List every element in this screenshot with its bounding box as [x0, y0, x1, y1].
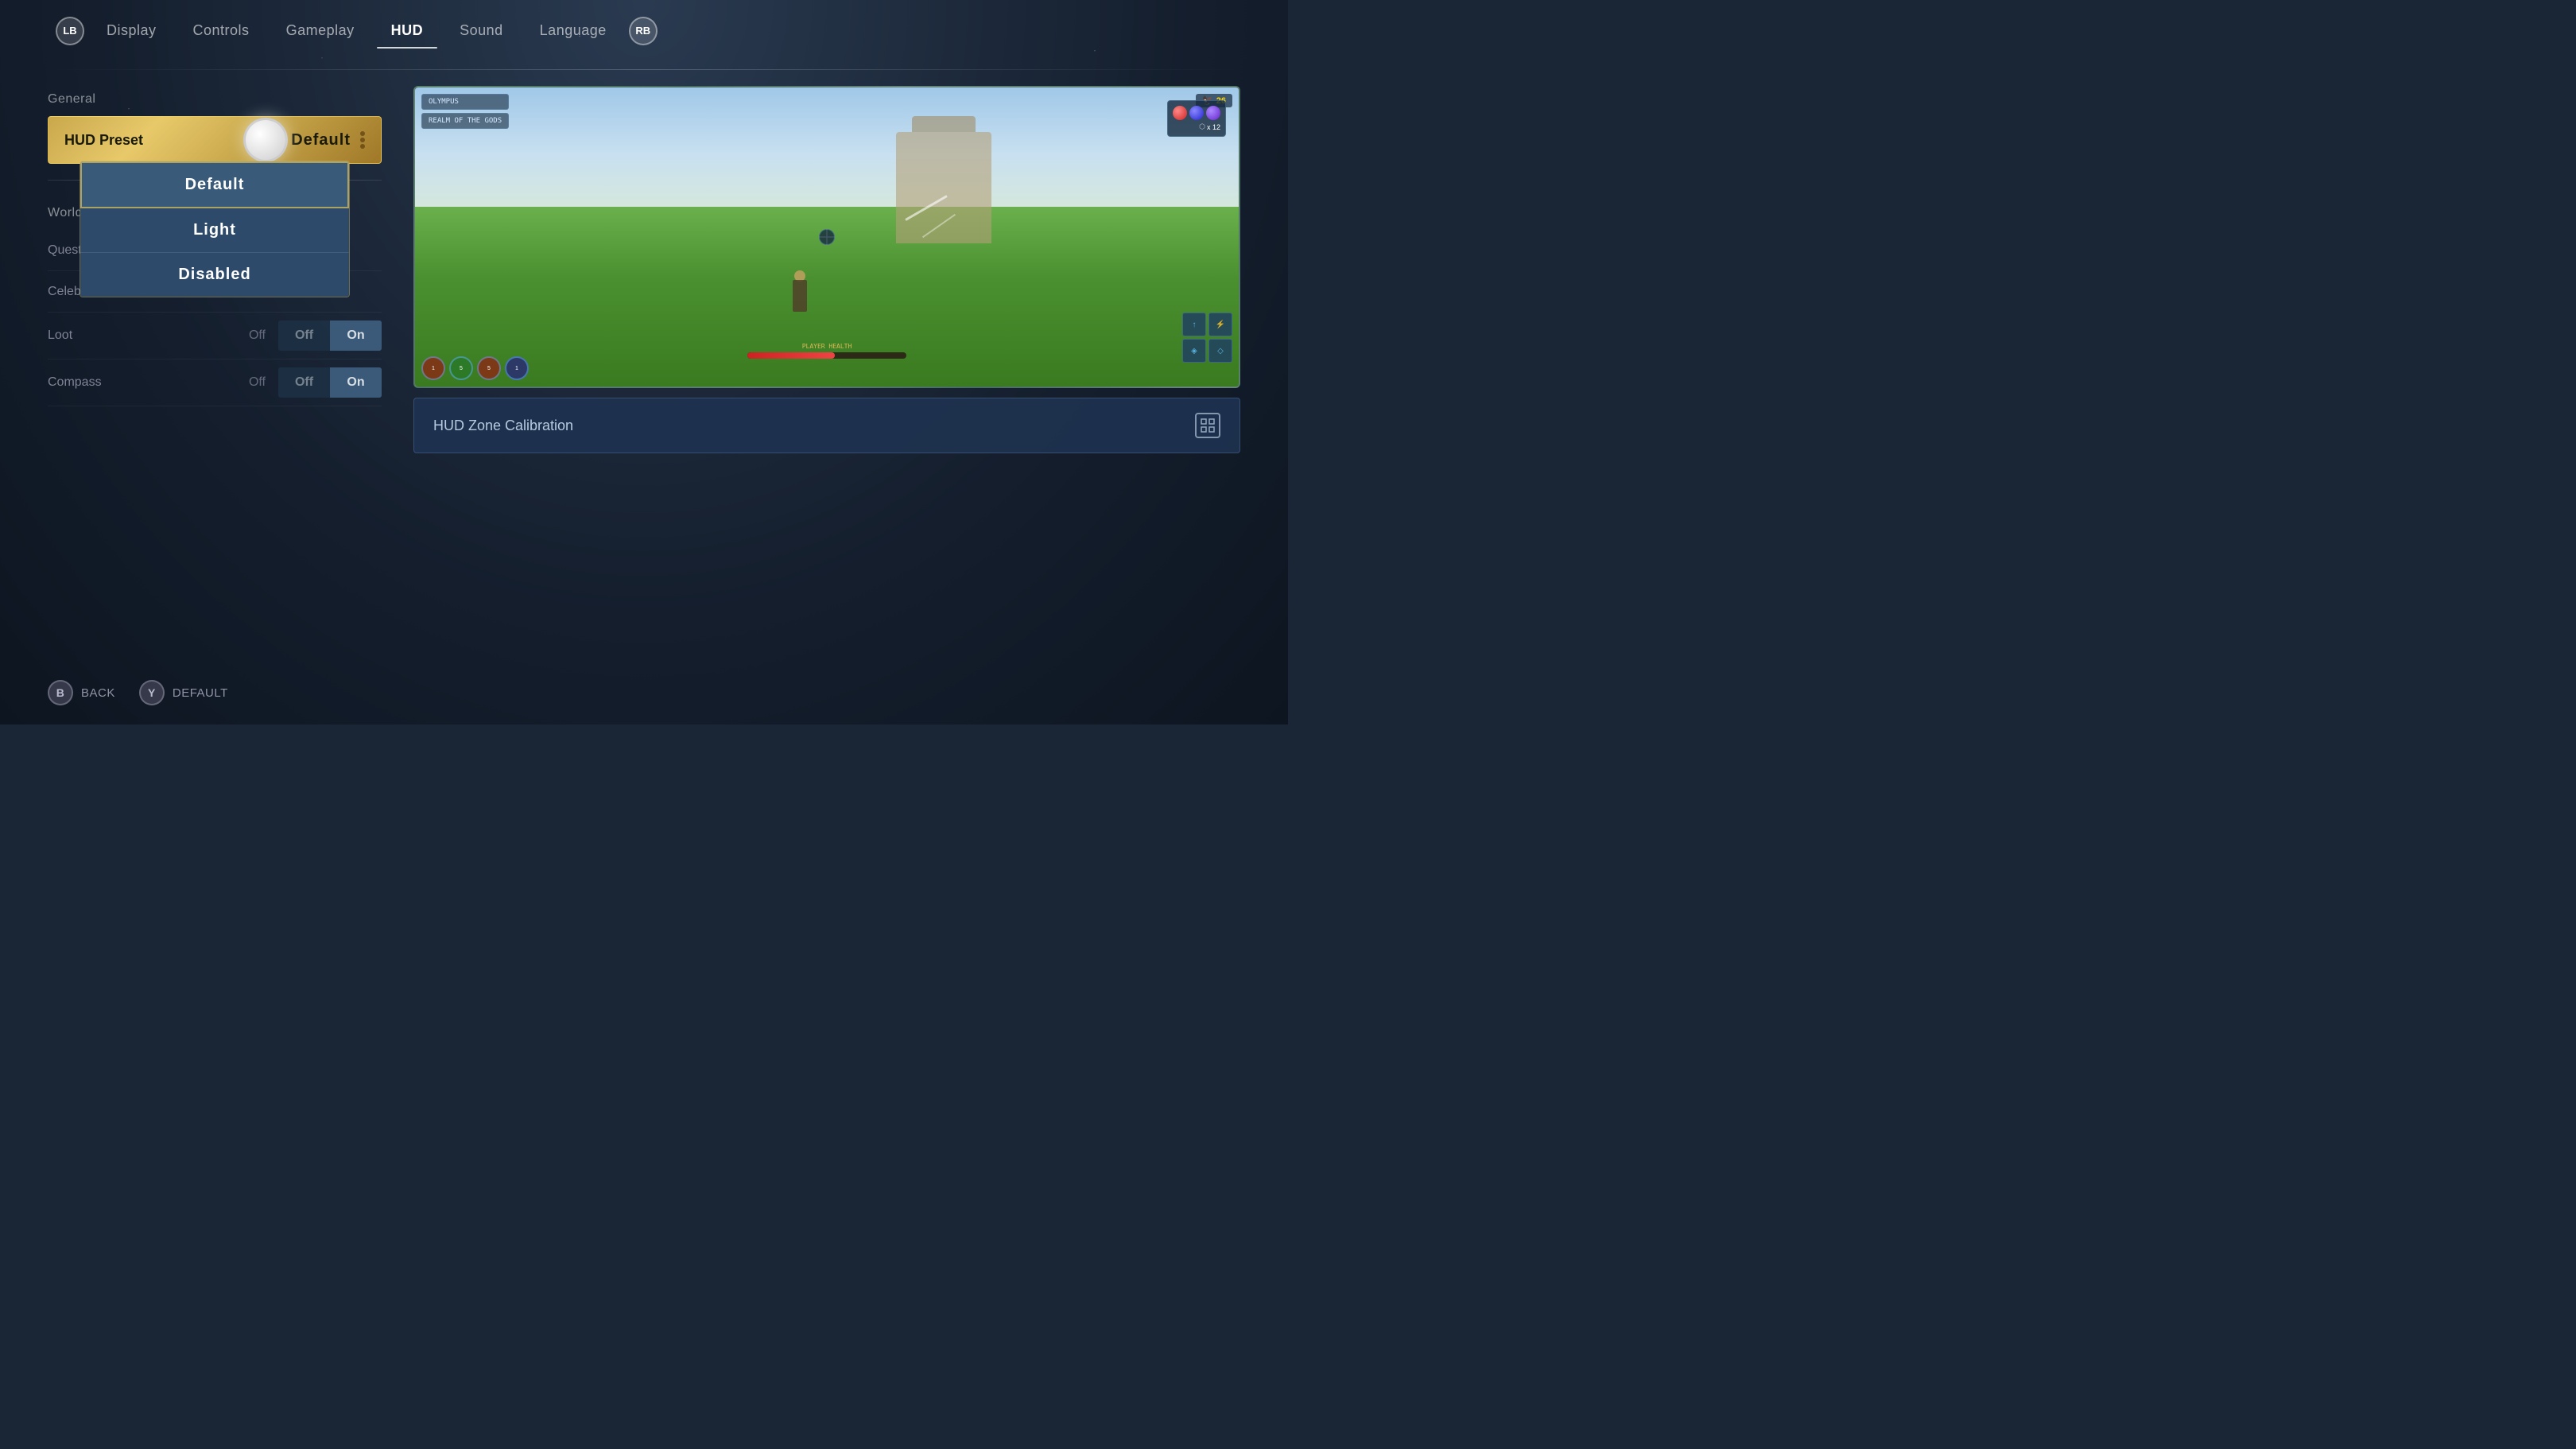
- compass-icon: [819, 229, 835, 245]
- preview-inventory: ⬡ x 12: [1167, 100, 1226, 137]
- tab-display[interactable]: Display: [92, 16, 171, 45]
- orb-purple: [1206, 106, 1220, 120]
- left-panel: General HUD Preset Default Default Lig: [48, 86, 382, 406]
- compass-toggle-off[interactable]: Off: [278, 367, 330, 398]
- ability-1: ↑: [1182, 313, 1206, 336]
- arrow-dot-1: [360, 131, 365, 136]
- game-preview: OLYMPUS REALM OF THE GODS 🦅 26: [413, 86, 1240, 388]
- default-button[interactable]: Y DEFAULT: [139, 680, 228, 705]
- ability-icon-3: 5: [477, 356, 501, 380]
- bottom-ability-row: 1 5 5 1: [421, 356, 529, 380]
- tab-hud[interactable]: HUD: [377, 16, 438, 45]
- hud-preset-label: HUD Preset: [64, 132, 266, 149]
- loot-row: Loot Off Off On: [48, 313, 382, 359]
- ability-3: ◈: [1182, 339, 1206, 363]
- default-label: DEFAULT: [173, 686, 228, 700]
- arrow-dot-2: [360, 138, 365, 142]
- health-fill: [747, 352, 835, 359]
- preview-top-bar: OLYMPUS REALM OF THE GODS 🦅 26: [421, 94, 1232, 129]
- rb-button[interactable]: RB: [629, 17, 658, 45]
- ability-4: ◇: [1208, 339, 1232, 363]
- loot-current-value: Off: [249, 328, 266, 343]
- hud-preset-value-container: Default: [266, 131, 365, 150]
- hud-zone-text: HUD Zone Calibration: [433, 418, 573, 434]
- loot-toggle-off[interactable]: Off: [278, 320, 330, 351]
- tab-controls[interactable]: Controls: [179, 16, 264, 45]
- health-bar: [747, 352, 906, 359]
- tab-language[interactable]: Language: [526, 16, 621, 45]
- orb-red: [1173, 106, 1187, 120]
- preview-ruins: [896, 132, 991, 243]
- default-key-badge: Y: [139, 680, 165, 705]
- ability-grid: ↑ ⚡ ◈ ◇: [1182, 313, 1232, 363]
- compass-current-value: Off: [249, 375, 266, 390]
- loot-label: Loot: [48, 328, 249, 343]
- back-key-badge: B: [48, 680, 73, 705]
- nav-tabs: LB Display Controls Gameplay HUD Sound L…: [48, 16, 1240, 45]
- compass-row: Compass Off Off On: [48, 359, 382, 406]
- main-content: General HUD Preset Default Default Lig: [48, 86, 1240, 453]
- tab-divider: [48, 69, 1240, 70]
- general-section-label: General: [48, 92, 382, 107]
- loot-toggle[interactable]: Off On: [278, 320, 382, 351]
- char-body: [793, 280, 807, 312]
- hud-preset-row[interactable]: HUD Preset Default Default Light Disable…: [48, 116, 382, 164]
- right-panel: OLYMPUS REALM OF THE GODS 🦅 26: [413, 86, 1240, 453]
- dropdown-item-default[interactable]: Default: [80, 161, 349, 208]
- dropdown-item-disabled[interactable]: Disabled: [80, 253, 349, 297]
- inv-orbs: [1173, 106, 1220, 120]
- ability-icon-2: 5: [449, 356, 473, 380]
- hud-preset-dropdown: Default Light Disabled: [80, 161, 350, 297]
- compass-toggle[interactable]: Off On: [278, 367, 382, 398]
- hud-preset-value: Default: [291, 131, 351, 150]
- arrow-dot-3: [360, 144, 365, 149]
- back-label: BACK: [81, 686, 115, 700]
- tab-gameplay[interactable]: Gameplay: [272, 16, 369, 45]
- preview-subtitle-text: REALM OF THE GODS: [421, 113, 509, 129]
- lb-button[interactable]: LB: [56, 17, 84, 45]
- bottom-bar: B BACK Y DEFAULT: [48, 680, 228, 705]
- tab-sound[interactable]: Sound: [445, 16, 518, 45]
- preview-title-text: OLYMPUS: [421, 94, 509, 110]
- item-count: ⬡ x 12: [1173, 122, 1220, 131]
- health-bar-area: PLAYER HEALTH: [747, 343, 906, 359]
- back-button[interactable]: B BACK: [48, 680, 115, 705]
- dropdown-item-light[interactable]: Light: [80, 208, 349, 253]
- hud-zone-icon[interactable]: [1195, 413, 1220, 438]
- ability-2: ⚡: [1208, 313, 1232, 336]
- right-hud: ↑ ⚡ ◈ ◇: [1182, 313, 1232, 363]
- health-label: PLAYER HEALTH: [747, 343, 906, 350]
- ability-icon-4: 1: [505, 356, 529, 380]
- compass-toggle-on[interactable]: On: [330, 367, 382, 398]
- compass-label: Compass: [48, 375, 249, 390]
- hud-zone-calibration-box[interactable]: HUD Zone Calibration: [413, 398, 1240, 453]
- hud-preset-arrows: [360, 131, 365, 149]
- loot-toggle-on[interactable]: On: [330, 320, 382, 351]
- hud-preset-circle-indicator: [243, 118, 288, 162]
- ability-icon-1: 1: [421, 356, 445, 380]
- orb-blue: [1189, 106, 1204, 120]
- character-silhouette: [786, 264, 813, 312]
